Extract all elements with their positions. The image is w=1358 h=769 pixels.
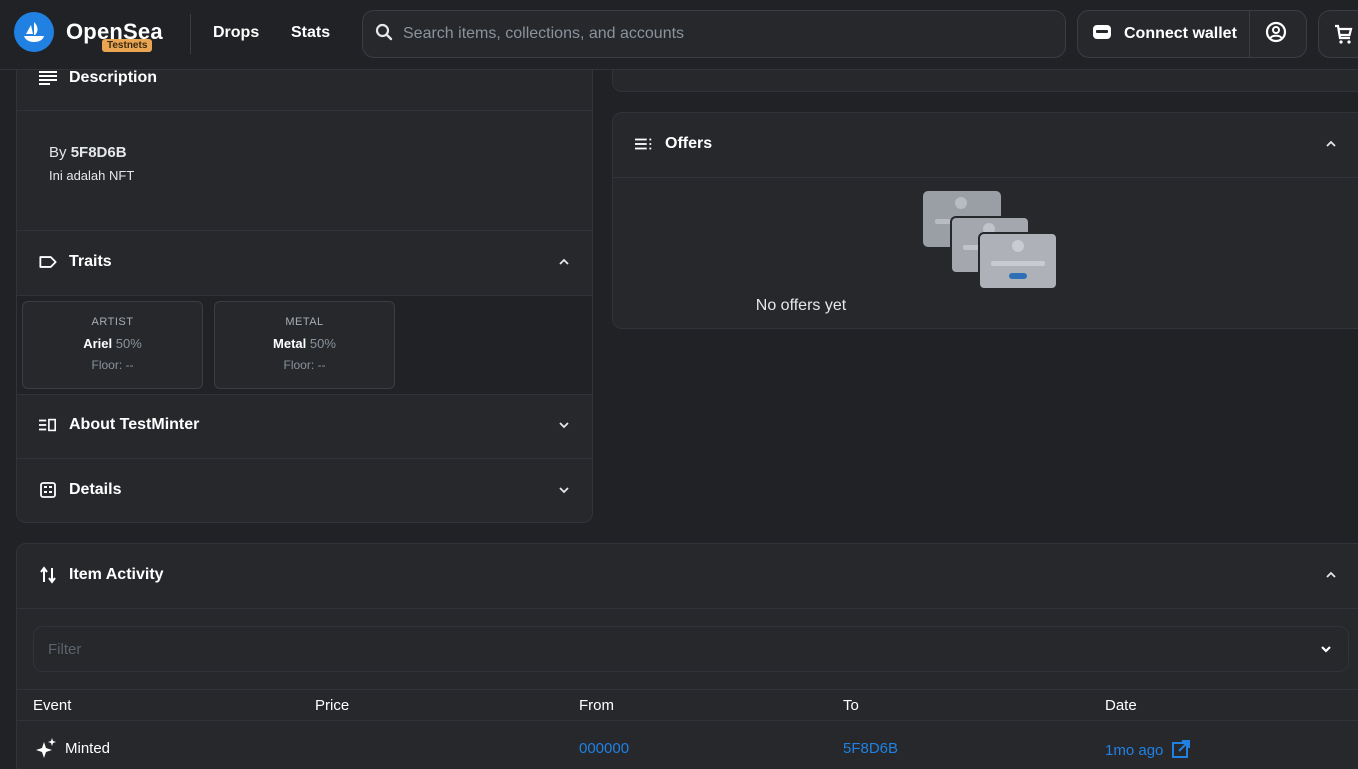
profile-button[interactable] — [1250, 11, 1302, 57]
trait-value: Metal 50% — [215, 336, 394, 351]
description-header[interactable]: Description — [17, 69, 592, 87]
traits-title: Traits — [69, 253, 112, 270]
column-to: To — [843, 697, 859, 714]
testnets-badge: Testnets — [102, 39, 153, 52]
no-offers-text: No offers yet — [755, 297, 847, 314]
offers-title: Offers — [665, 135, 713, 152]
about-title: About TestMinter — [69, 416, 200, 433]
details-title: Details — [69, 481, 122, 498]
divider — [17, 608, 1358, 609]
from-address-link[interactable]: 000000 — [579, 740, 629, 757]
cart-button[interactable] — [1318, 10, 1358, 58]
details-icon — [39, 481, 57, 499]
column-event: Event — [33, 697, 72, 714]
item-activity-title: Item Activity — [69, 566, 164, 583]
event-name: Minted — [65, 740, 111, 757]
date-text: 1mo ago — [1105, 742, 1164, 759]
about-header[interactable]: About TestMinter — [17, 416, 592, 434]
description-creator: By 5F8D6B — [49, 144, 127, 161]
offers-header[interactable]: Offers — [613, 135, 1358, 153]
chevron-down-icon — [1321, 646, 1331, 653]
offers-panel: Offers No offers yet — [612, 112, 1358, 329]
offers-list-icon — [635, 135, 653, 153]
trait-type: ARTIST — [91, 316, 134, 328]
trait-value-text: Ariel — [83, 336, 113, 351]
item-activity-panel: Item Activity Filter Event Price From To… — [16, 543, 1358, 769]
trait-percent: 50% — [115, 336, 142, 351]
creator-prefix: By — [49, 144, 67, 161]
trait-card-artist[interactable]: ARTIST Ariel 50% Floor: -- — [22, 301, 203, 389]
top-navigation-bar: OpenSea Testnets Drops Stats Connect wal… — [0, 0, 1358, 70]
date-link[interactable]: 1mo ago — [1105, 740, 1190, 762]
description-title: Description — [69, 69, 158, 86]
description-icon — [39, 69, 57, 87]
divider — [17, 230, 592, 231]
profile-icon — [1265, 21, 1287, 48]
traits-header[interactable]: Traits — [17, 253, 592, 271]
trait-floor: Floor: -- — [283, 358, 326, 372]
chevron-up-icon — [1326, 140, 1336, 147]
trait-value-text: Metal — [273, 336, 307, 351]
divider — [17, 458, 592, 459]
divider — [613, 177, 1358, 178]
chevron-down-icon — [559, 487, 569, 494]
chevron-down-icon — [559, 422, 569, 429]
table-row: Minted 000000 5F8D6B 1mo ago — [17, 721, 1358, 769]
description-text: Ini adalah NFT — [49, 168, 135, 183]
nav-divider — [190, 14, 191, 54]
filter-placeholder: Filter — [48, 640, 82, 658]
nav-drops-link[interactable]: Drops — [213, 24, 259, 42]
creator-link[interactable]: 5F8D6B — [71, 144, 127, 161]
divider — [17, 394, 592, 395]
trait-card-metal[interactable]: METAL Metal 50% Floor: -- — [214, 301, 395, 389]
connect-wallet-label: Connect wallet — [1124, 25, 1237, 42]
trait-floor: Floor: -- — [91, 358, 134, 372]
chevron-up-icon — [1326, 571, 1336, 578]
activity-table-header: Event Price From To Date — [17, 689, 1358, 721]
trait-type: METAL — [285, 316, 324, 328]
to-address-link[interactable]: 5F8D6B — [843, 740, 898, 757]
traits-list: ARTIST Ariel 50% Floor: -- METAL Metal 5… — [17, 296, 592, 394]
opensea-logo-icon — [14, 12, 54, 52]
sparkle-icon — [35, 738, 57, 762]
column-from: From — [579, 697, 614, 714]
trait-value: Ariel 50% — [23, 336, 202, 351]
wallet-icon — [1092, 24, 1112, 45]
wallet-profile-group: Connect wallet — [1077, 10, 1307, 58]
trait-percent: 50% — [309, 336, 336, 351]
connect-wallet-button[interactable]: Connect wallet — [1078, 11, 1250, 57]
empty-offers-illustration-icon — [921, 189, 1059, 294]
chevron-up-icon — [559, 258, 569, 265]
column-date: Date — [1105, 697, 1137, 714]
tag-icon — [39, 253, 57, 271]
column-price: Price — [315, 697, 350, 714]
item-activity-header[interactable]: Item Activity — [17, 566, 1358, 584]
divider — [17, 110, 592, 111]
activity-filter-dropdown[interactable]: Filter — [33, 626, 1349, 672]
external-link-icon — [1171, 740, 1190, 762]
cart-icon — [1333, 23, 1353, 50]
search-bar[interactable] — [362, 10, 1066, 58]
search-input[interactable] — [403, 25, 1043, 43]
about-icon — [39, 416, 57, 434]
search-icon — [375, 23, 393, 46]
item-info-panel: Description By 5F8D6B Ini adalah NFT Tra… — [16, 50, 593, 523]
nav-stats-link[interactable]: Stats — [291, 24, 330, 42]
details-header[interactable]: Details — [17, 481, 592, 499]
arrows-swap-icon — [39, 566, 57, 584]
